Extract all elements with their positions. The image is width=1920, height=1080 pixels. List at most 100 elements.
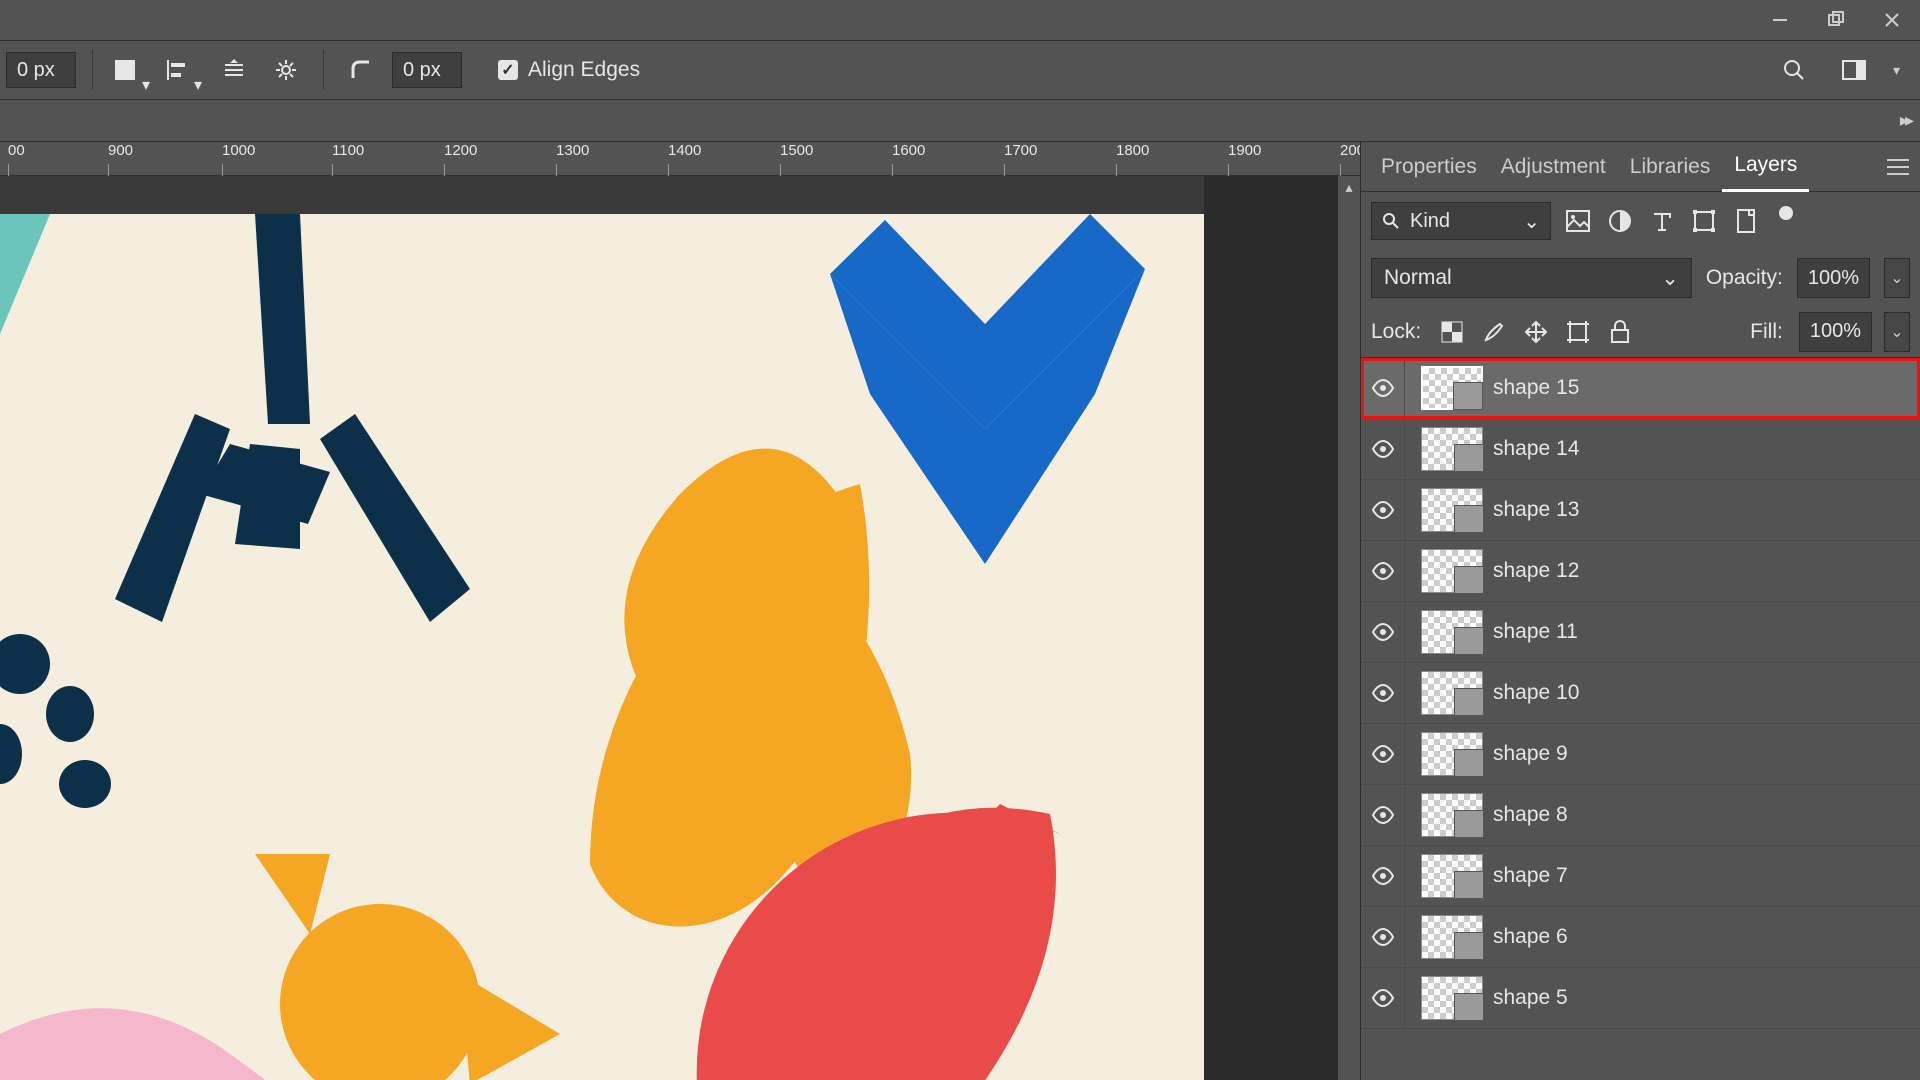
lock-row: Lock: Fill: 100% ⌄ bbox=[1361, 306, 1920, 358]
workspace-switcher-icon[interactable] bbox=[1833, 49, 1875, 91]
minimize-button[interactable] bbox=[1752, 0, 1808, 40]
lock-label: Lock: bbox=[1371, 320, 1421, 344]
ruler-tick: 1400 bbox=[668, 142, 701, 159]
opacity-field[interactable]: 100% bbox=[1797, 258, 1870, 298]
layer-thumbnail[interactable] bbox=[1421, 854, 1483, 898]
filter-pixel-icon[interactable] bbox=[1563, 206, 1593, 236]
layer-row[interactable]: shape 5 bbox=[1361, 968, 1920, 1029]
filter-shape-icon[interactable] bbox=[1689, 206, 1719, 236]
gear-icon[interactable] bbox=[265, 49, 307, 91]
fill-chevron[interactable]: ⌄ bbox=[1884, 312, 1910, 352]
layer-thumbnail[interactable] bbox=[1421, 366, 1483, 410]
layer-thumbnail[interactable] bbox=[1421, 732, 1483, 776]
layer-name: shape 11 bbox=[1493, 620, 1578, 644]
tab-adjustment[interactable]: Adjustment bbox=[1489, 142, 1618, 192]
visibility-toggle-icon[interactable] bbox=[1361, 663, 1405, 723]
blend-mode-select[interactable]: Normal ⌄ bbox=[1371, 258, 1692, 298]
vertical-scrollbar[interactable]: ▴ bbox=[1338, 176, 1360, 1080]
maximize-button[interactable] bbox=[1808, 0, 1864, 40]
layer-row[interactable]: shape 12 bbox=[1361, 541, 1920, 602]
chevron-down-icon[interactable]: ▾ bbox=[1893, 62, 1900, 79]
layer-row[interactable]: shape 13 bbox=[1361, 480, 1920, 541]
fill-swatch[interactable]: ▾ bbox=[109, 49, 151, 91]
lock-transparency-icon[interactable] bbox=[1437, 317, 1467, 347]
layer-thumbnail[interactable] bbox=[1421, 915, 1483, 959]
stroke-weight-field[interactable]: 0 px bbox=[6, 52, 76, 88]
document-tab-strip: ▸▸ bbox=[0, 100, 1920, 142]
layer-row[interactable]: shape 8 bbox=[1361, 785, 1920, 846]
opacity-chevron[interactable]: ⌄ bbox=[1884, 258, 1910, 298]
ruler-tick: 1200 bbox=[444, 142, 477, 159]
visibility-toggle-icon[interactable] bbox=[1361, 480, 1405, 540]
layer-row[interactable]: shape 11 bbox=[1361, 602, 1920, 663]
layer-name: shape 6 bbox=[1493, 925, 1568, 949]
tab-layers[interactable]: Layers bbox=[1722, 142, 1809, 192]
layer-thumbnail[interactable] bbox=[1421, 671, 1483, 715]
layer-row[interactable]: shape 15 bbox=[1361, 358, 1920, 419]
layer-row[interactable]: shape 9 bbox=[1361, 724, 1920, 785]
layer-thumbnail[interactable] bbox=[1421, 610, 1483, 654]
layer-row[interactable]: shape 7 bbox=[1361, 846, 1920, 907]
filter-type-icon[interactable] bbox=[1647, 206, 1677, 236]
layer-name: shape 14 bbox=[1493, 437, 1579, 461]
layer-row[interactable]: shape 14 bbox=[1361, 419, 1920, 480]
filter-toggle-dot[interactable] bbox=[1779, 206, 1793, 220]
corner-radius-icon bbox=[340, 49, 382, 91]
layer-thumbnail[interactable] bbox=[1421, 976, 1483, 1020]
filter-kind-select[interactable]: Kind ⌄ bbox=[1371, 202, 1551, 240]
layer-name: shape 7 bbox=[1493, 864, 1568, 888]
visibility-toggle-icon[interactable] bbox=[1361, 419, 1405, 479]
lock-artboard-icon[interactable] bbox=[1563, 317, 1593, 347]
search-icon[interactable] bbox=[1773, 49, 1815, 91]
corner-radius-field[interactable]: 0 px bbox=[392, 52, 462, 88]
lock-position-icon[interactable] bbox=[1521, 317, 1551, 347]
panel-menu-icon[interactable] bbox=[1876, 158, 1920, 176]
visibility-toggle-icon[interactable] bbox=[1361, 358, 1405, 418]
ruler-tick: 1300 bbox=[556, 142, 589, 159]
blend-mode-value: Normal bbox=[1384, 266, 1452, 290]
canvas-area: 0090010001100120013001400150016001700180… bbox=[0, 142, 1360, 1080]
tab-properties[interactable]: Properties bbox=[1369, 142, 1489, 192]
ruler-tick: 1600 bbox=[892, 142, 925, 159]
layer-row[interactable]: shape 10 bbox=[1361, 663, 1920, 724]
visibility-toggle-icon[interactable] bbox=[1361, 907, 1405, 967]
layer-name: shape 9 bbox=[1493, 742, 1568, 766]
close-button[interactable] bbox=[1864, 0, 1920, 40]
visibility-toggle-icon[interactable] bbox=[1361, 785, 1405, 845]
visibility-toggle-icon[interactable] bbox=[1361, 541, 1405, 601]
scroll-up-arrow[interactable]: ▴ bbox=[1338, 176, 1360, 198]
layer-row[interactable]: shape 6 bbox=[1361, 907, 1920, 968]
divider bbox=[323, 50, 324, 90]
opacity-value: 100% bbox=[1808, 267, 1859, 290]
ruler-tick: 00 bbox=[8, 142, 25, 159]
visibility-toggle-icon[interactable] bbox=[1361, 602, 1405, 662]
lock-brush-icon[interactable] bbox=[1479, 317, 1509, 347]
ruler-tick: 1800 bbox=[1116, 142, 1149, 159]
align-icon[interactable]: ▾ bbox=[161, 49, 203, 91]
collapse-panels-icon[interactable]: ▸▸ bbox=[1900, 110, 1910, 131]
layer-name: shape 15 bbox=[1493, 376, 1579, 400]
visibility-toggle-icon[interactable] bbox=[1361, 968, 1405, 1028]
layer-thumbnail[interactable] bbox=[1421, 793, 1483, 837]
filter-smartobject-icon[interactable] bbox=[1731, 206, 1761, 236]
visibility-toggle-icon[interactable] bbox=[1361, 846, 1405, 906]
layer-thumbnail[interactable] bbox=[1421, 488, 1483, 532]
fill-value: 100% bbox=[1810, 320, 1861, 343]
fill-field[interactable]: 100% bbox=[1799, 312, 1872, 352]
opacity-label: Opacity: bbox=[1706, 266, 1783, 290]
arrange-icon[interactable] bbox=[213, 49, 255, 91]
layer-thumbnail[interactable] bbox=[1421, 549, 1483, 593]
tab-libraries[interactable]: Libraries bbox=[1618, 142, 1723, 192]
blend-mode-row: Normal ⌄ Opacity: 100% ⌄ bbox=[1361, 250, 1920, 306]
filter-adjustment-icon[interactable] bbox=[1605, 206, 1635, 236]
stroke-weight-value: 0 px bbox=[17, 59, 55, 82]
lock-all-icon[interactable] bbox=[1605, 317, 1635, 347]
visibility-toggle-icon[interactable] bbox=[1361, 724, 1405, 784]
chevron-down-icon: ⌄ bbox=[1661, 266, 1679, 291]
align-edges-label: Align Edges bbox=[528, 58, 640, 82]
layer-name: shape 8 bbox=[1493, 803, 1568, 827]
canvas[interactable] bbox=[0, 214, 1204, 1080]
ruler-tick: 200 bbox=[1340, 142, 1360, 159]
align-edges-checkbox[interactable]: ✓ bbox=[498, 60, 518, 80]
layer-thumbnail[interactable] bbox=[1421, 427, 1483, 471]
